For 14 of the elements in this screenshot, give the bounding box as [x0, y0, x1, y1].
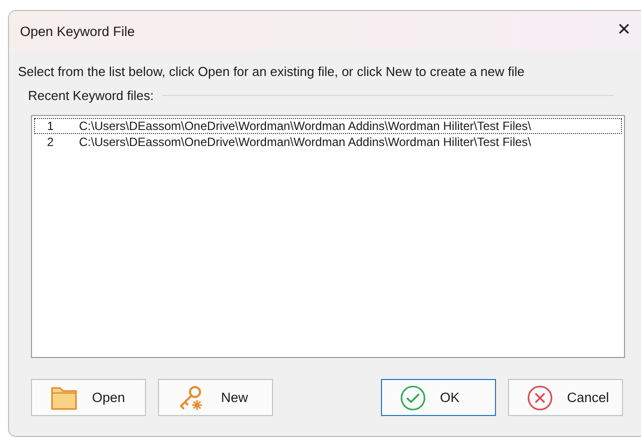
- instruction-text: Select from the list below, click Open for an existing file, or click New to create a new file: [18, 64, 526, 79]
- close-button[interactable]: ✕: [613, 19, 635, 41]
- list-item[interactable]: 1 C:\Users\DEassom\OneDrive\Wordman\Wordman Addins\Wordman Hiliter\Test Files\: [34, 118, 622, 134]
- list-item[interactable]: 2 C:\Users\DEassom\OneDrive\Wordman\Wordman Addins\Wordman Hiliter\Test Files\: [34, 134, 622, 150]
- file-list[interactable]: 1 C:\Users\DEassom\OneDrive\Wordman\Wordman Addins\Wordman Hiliter\Test Files\ 2 C:\Users\DEassom\OneDrive\Wordman\Wordman Addins\Wordman Hiliter\Test Files\: [31, 115, 625, 358]
- open-button[interactable]: Open: [31, 379, 146, 416]
- group-label: Recent Keyword files:: [28, 88, 154, 103]
- new-button[interactable]: New: [158, 379, 273, 416]
- checkmark-icon: [400, 384, 426, 410]
- folder-icon: [50, 384, 78, 410]
- cancel-icon: [527, 384, 553, 410]
- cancel-button[interactable]: Cancel: [508, 379, 623, 416]
- window-title: Open Keyword File: [20, 24, 135, 38]
- ok-button[interactable]: OK: [381, 379, 496, 416]
